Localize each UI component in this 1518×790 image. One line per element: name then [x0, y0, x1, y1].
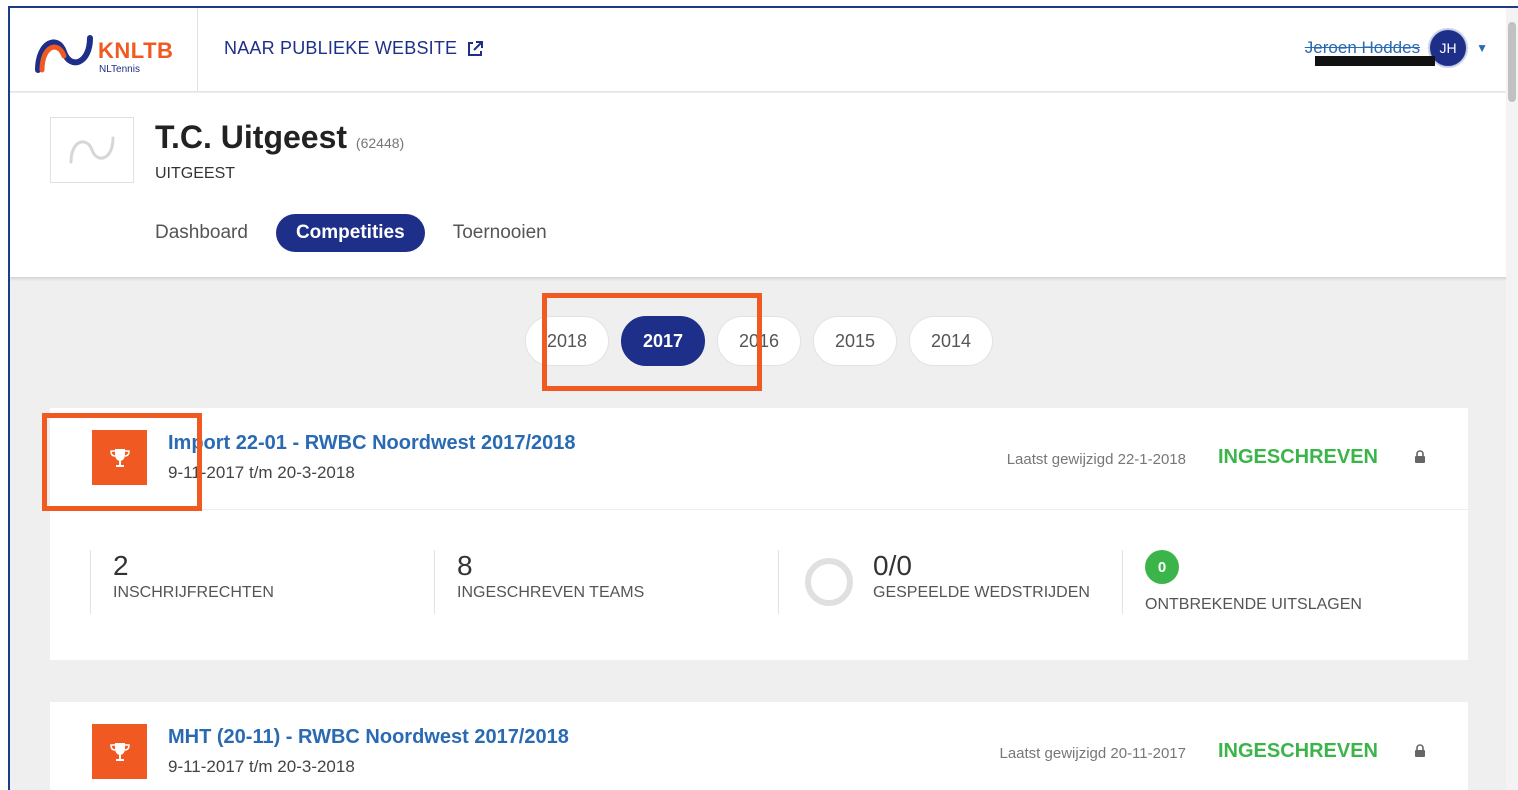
missing-results-badge: 0	[1145, 550, 1179, 584]
public-website-label: NAAR PUBLIEKE WEBSITE	[224, 38, 458, 58]
club-logo	[50, 117, 134, 183]
logo-text: KNLTB	[98, 38, 174, 63]
scrollbar-thumb[interactable]	[1508, 22, 1516, 102]
status-badge: INGESCHREVEN	[1217, 740, 1378, 762]
club-header: T.C. Uitgeest (62448) UITGEEST Dashboard…	[10, 93, 1510, 277]
competition-title[interactable]: Import 22-01 - RWBC Noordwest 2017/2018	[168, 432, 576, 455]
trophy-icon	[92, 430, 147, 485]
stat-label: INSCHRIJFRECHTEN	[113, 584, 274, 601]
status-badge: INGESCHREVEN	[1217, 446, 1378, 468]
user-menu[interactable]: Jeroen Hoddes JH ▼	[1305, 28, 1488, 68]
tab-competities[interactable]: Competities	[275, 214, 425, 252]
competition-dates: 9-11-2017 t/m 20-3-2018	[168, 757, 355, 776]
club-id: (62448)	[355, 135, 405, 151]
club-logo-icon	[69, 136, 115, 164]
competition-header[interactable]: Import 22-01 - RWBC Noordwest 2017/2018 …	[50, 408, 1468, 510]
redaction-bar	[1314, 56, 1435, 66]
stat-label: INGESCHREVEN TEAMS	[457, 584, 645, 601]
stat-value: 0/0	[873, 550, 912, 581]
top-bar: KNLTB NLTennis NAAR PUBLIEKE WEBSITE Jer…	[10, 8, 1510, 92]
stat-missing-results: 0 ONTBREKENDE UITSLAGEN	[1122, 550, 1442, 614]
user-name: Jeroen Hoddes	[1305, 38, 1435, 66]
last-modified: Laatst gewijzigd 20-11-2017	[999, 745, 1186, 762]
competition-stats: 2 INSCHRIJFRECHTEN 8 INGESCHREVEN TEAMS …	[50, 510, 1468, 660]
club-city: UITGEEST	[155, 165, 236, 182]
stat-value: 8	[457, 550, 473, 581]
scrollbar[interactable]	[1506, 8, 1518, 790]
app-frame: KNLTB NLTennis NAAR PUBLIEKE WEBSITE Jer…	[8, 6, 1518, 790]
logo-cell[interactable]: KNLTB NLTennis	[10, 8, 198, 92]
competition-card: Import 22-01 - RWBC Noordwest 2017/2018 …	[50, 408, 1468, 660]
last-modified: Laatst gewijzigd 22-1-2018	[1006, 451, 1186, 468]
year-2017[interactable]: 2017	[621, 316, 705, 366]
public-website-link[interactable]: NAAR PUBLIEKE WEBSITE	[224, 38, 485, 59]
year-2015[interactable]: 2015	[813, 316, 897, 366]
chevron-down-icon[interactable]: ▼	[1476, 41, 1488, 55]
stat-teams: 8 INGESCHREVEN TEAMS	[434, 550, 774, 614]
year-selector: 2018 2017 2016 2015 2014	[525, 316, 993, 366]
club-name: T.C. Uitgeest (62448)	[155, 119, 405, 155]
progress-ring	[805, 558, 853, 606]
stat-label: GESPEELDE WEDSTRIJDEN	[873, 584, 1090, 601]
year-2016[interactable]: 2016	[717, 316, 801, 366]
trophy-icon	[92, 724, 147, 779]
lock-icon	[1415, 744, 1425, 757]
competition-dates: 9-11-2017 t/m 20-3-2018	[168, 463, 355, 482]
tab-toernooien[interactable]: Toernooien	[453, 214, 547, 252]
year-2014[interactable]: 2014	[909, 316, 993, 366]
lock-icon	[1415, 450, 1425, 463]
competition-card: MHT (20-11) - RWBC Noordwest 2017/2018 9…	[50, 702, 1468, 790]
logo-subtext: NLTennis	[99, 64, 140, 75]
external-link-icon	[468, 40, 484, 56]
stat-label: ONTBREKENDE UITSLAGEN	[1145, 596, 1362, 613]
stat-matches: 0/0 GESPEELDE WEDSTRIJDEN	[778, 550, 1118, 614]
tab-dashboard[interactable]: Dashboard	[155, 214, 248, 252]
club-tabs: Dashboard Competities Toernooien	[155, 214, 547, 252]
competition-header[interactable]: MHT (20-11) - RWBC Noordwest 2017/2018 9…	[50, 702, 1468, 790]
competition-title[interactable]: MHT (20-11) - RWBC Noordwest 2017/2018	[168, 726, 569, 749]
stat-inschrijfrechten: 2 INSCHRIJFRECHTEN	[90, 550, 430, 614]
year-2018[interactable]: 2018	[525, 316, 609, 366]
knltb-logo-icon	[35, 35, 93, 73]
stat-value: 2	[113, 550, 129, 581]
